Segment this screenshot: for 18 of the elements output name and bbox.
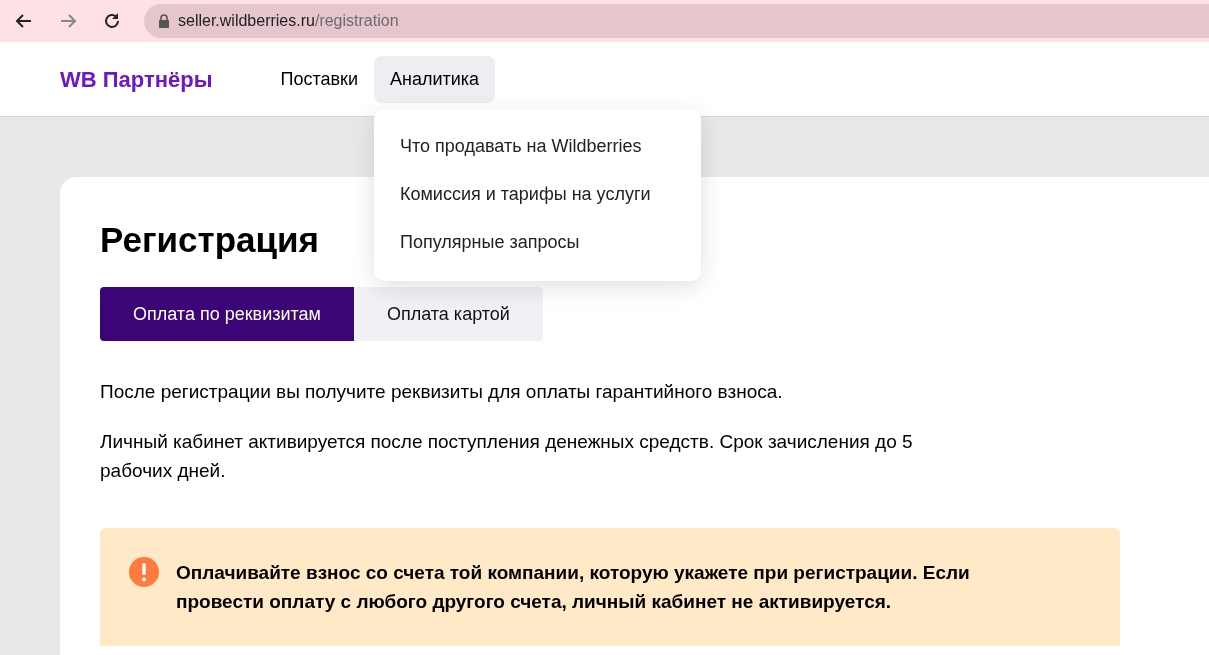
payment-tab[interactable]: Оплата картой	[353, 287, 543, 341]
info-text: Личный кабинет активируется после поступления денежных средств. Срок зачисления до 5 рабочих дней.	[100, 430, 914, 483]
menu-item[interactable]: Комиссия и тарифы на услуги	[374, 170, 701, 219]
reload-icon[interactable]	[102, 11, 122, 31]
warning-icon	[128, 556, 160, 588]
page-title: Регистрация	[100, 219, 319, 261]
menu-item[interactable]: Популярные запросы	[374, 218, 701, 267]
lock-icon	[158, 14, 170, 28]
url-path: /registration	[314, 12, 399, 29]
logo[interactable]: WB Партнёры	[60, 62, 213, 96]
menu-item[interactable]: Что продавать на Wildberries	[374, 122, 701, 171]
warning-text: Оплачивайте взнос со счета той компании, которую укажете при регистрации. Если провести оплату с любого другого счета, личный кабинет не активируется.	[176, 561, 971, 614]
nav-link[interactable]: Аналитика	[374, 55, 496, 103]
address-bar[interactable]: seller.wildberries.ru/registration	[144, 4, 1209, 38]
info-text: После регистрации вы получите реквизиты для оплаты гарантийного взноса.	[100, 380, 784, 404]
url-host: seller.wildberries.ru	[178, 12, 315, 29]
payment-tab[interactable]: Оплата по реквизитам	[100, 287, 354, 341]
nav-link[interactable]: Поставки	[264, 55, 374, 103]
